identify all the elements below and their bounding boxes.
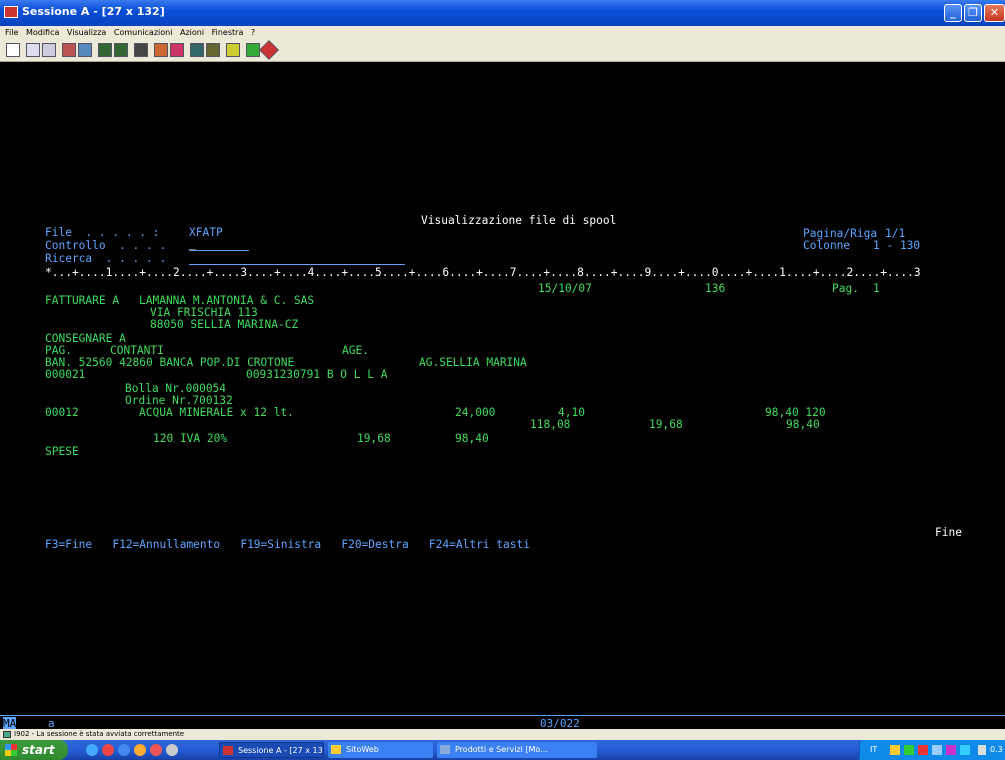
column-ruler: *...+....1....+....2....+....3....+....4… [45, 266, 921, 279]
macro-icon[interactable] [134, 43, 148, 57]
ie-quicklaunch-icon[interactable] [86, 744, 98, 756]
doc-page-label: Pag. [832, 282, 859, 295]
doc-date: 15/10/07 [538, 282, 592, 295]
tray-icon-4[interactable] [932, 745, 942, 755]
agent-label: AGE. [342, 344, 369, 357]
tray-icon-1[interactable] [890, 745, 900, 755]
customer-code: 000021 [45, 368, 86, 381]
connection-icon [3, 731, 11, 738]
function-keys[interactable]: F3=Fine F12=Annullamento F19=Sinistra F2… [45, 539, 530, 551]
screen-title: Visualizzazione file di spool [421, 214, 617, 227]
vat-doc-type: 00931230791 B O L L A [246, 368, 388, 381]
address-line-2: 88050 SELLIA MARINA-CZ [150, 318, 299, 331]
menu-file[interactable]: File [5, 26, 18, 39]
restore-button[interactable]: ❐ [964, 4, 982, 22]
doc-number: 136 [705, 282, 726, 295]
terminal-screen[interactable]: Visualizzazione file di spool File . . .… [0, 62, 1005, 715]
iva-total: 19,68 [649, 418, 683, 431]
menu-visualizza[interactable]: Visualizza [67, 26, 106, 39]
menu-help[interactable]: ? [251, 26, 255, 39]
copy-icon[interactable] [26, 43, 40, 57]
item-quantity: 24,000 [455, 406, 496, 419]
menu-finestra[interactable]: Finestra [212, 26, 244, 39]
doc-page-value: 1 [873, 282, 880, 295]
menu-azioni[interactable]: Azioni [180, 26, 204, 39]
status-bar: I902 - La sessione è stata avviata corre… [0, 729, 1005, 740]
status-message: I902 - La sessione è stata avviata corre… [14, 730, 185, 738]
ricerca-input[interactable] [189, 252, 405, 265]
language-indicator[interactable]: IT [870, 740, 877, 760]
windows-logo-icon [5, 744, 17, 756]
quicklaunch-icon-3[interactable] [118, 744, 130, 756]
help-icon[interactable] [246, 43, 260, 57]
print-screen-icon[interactable] [6, 43, 20, 57]
emulator-app-icon[interactable] [4, 6, 18, 18]
paste-icon[interactable] [42, 43, 56, 57]
task-prodotti-servizi[interactable]: Prodotti e Servizi [Mo... [437, 742, 597, 758]
iva-row-amount: 19,68 [357, 432, 391, 445]
window-titlebar: Sessione A - [27 x 132] _ ❐ ✕ [0, 0, 1005, 26]
net-total: 98,40 [786, 418, 820, 431]
bank-agency: AG.SELLIA MARINA [419, 356, 527, 369]
task-label: SitoWeb [346, 745, 379, 754]
item-code: 00012 [45, 406, 79, 419]
record-macro-icon[interactable] [154, 43, 168, 57]
end-indicator: Fine [935, 526, 962, 539]
folder-icon [331, 745, 341, 754]
receive-icon[interactable] [78, 43, 92, 57]
emulator-task-icon [223, 746, 233, 755]
ricerca-label: Ricerca . . . . . [45, 252, 167, 265]
window-icon [440, 745, 450, 754]
edit-macro-icon[interactable] [206, 43, 220, 57]
keyboard-map-icon[interactable] [114, 43, 128, 57]
task-sessione-a[interactable]: Sessione A - [27 x 132] [219, 742, 324, 758]
file-label: File . . . . . : [45, 226, 160, 239]
gross-total: 118,08 [530, 418, 571, 431]
volume-icon[interactable] [978, 745, 986, 755]
task-label: Prodotti e Servizi [Mo... [455, 745, 548, 754]
tray-icon-5[interactable] [946, 745, 956, 755]
menu-bar: File Modifica Visualizza Comunicazioni A… [0, 26, 1005, 39]
minimize-button[interactable]: _ [944, 4, 962, 22]
menu-comunicazioni[interactable]: Comunicazioni [114, 26, 173, 39]
tray-icon-2[interactable] [904, 745, 914, 755]
quicklaunch-icon-6[interactable] [166, 744, 178, 756]
stop-macro-icon[interactable] [170, 43, 184, 57]
send-icon[interactable] [62, 43, 76, 57]
clock[interactable]: 0.3 [990, 740, 1003, 760]
fatturare-label: FATTURARE A [45, 294, 120, 307]
spese-label: SPESE [45, 445, 79, 458]
start-label: start [22, 743, 55, 757]
tray-icon-6[interactable] [960, 745, 970, 755]
operator-info-area: MA a 03/022 [0, 715, 1005, 730]
controllo-input[interactable]: _ [189, 238, 249, 251]
session-icon[interactable] [226, 43, 240, 57]
display-icon[interactable] [98, 43, 112, 57]
task-sitoweb[interactable]: SitoWeb [328, 742, 433, 758]
window-title: Sessione A - [27 x 132] [22, 5, 165, 18]
quicklaunch-icon-4[interactable] [134, 744, 146, 756]
start-button[interactable]: start [0, 740, 68, 760]
tray-icon-3[interactable] [918, 745, 928, 755]
colonne-label: Colonne [803, 239, 851, 252]
quicklaunch-icon-5[interactable] [150, 744, 162, 756]
quicklaunch-icon-2[interactable] [102, 744, 114, 756]
toolbar [0, 39, 1005, 62]
controllo-label: Controllo . . . . [45, 239, 167, 252]
close-button[interactable]: ✕ [984, 4, 1005, 22]
item-description: ACQUA MINERALE x 12 lt. [139, 406, 294, 419]
system-tray: IT 0.3 [859, 740, 1005, 760]
taskbar: start Sessione A - [27 x 132] SitoWeb Pr… [0, 740, 1005, 760]
tag-icon[interactable] [259, 40, 279, 60]
colonne-value: 1 - 130 [873, 239, 921, 252]
play-macro-icon[interactable] [190, 43, 204, 57]
task-label: Sessione A - [27 x 132] [238, 746, 324, 755]
iva-row-base: 98,40 [455, 432, 489, 445]
menu-modifica[interactable]: Modifica [26, 26, 59, 39]
iva-row-label: 120 IVA 20% [153, 432, 228, 445]
